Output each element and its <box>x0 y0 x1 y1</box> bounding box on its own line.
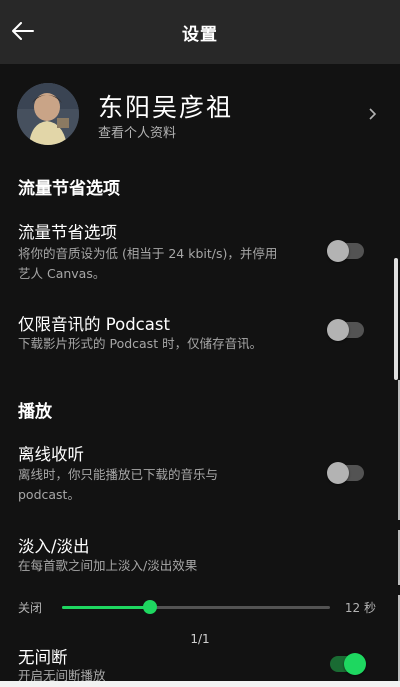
crossfade-slider-fill <box>62 606 151 609</box>
crossfade-slider[interactable] <box>62 600 330 614</box>
gapless-description: 开启无间断播放 <box>18 668 106 681</box>
back-arrow-icon[interactable] <box>10 18 36 44</box>
podcast-audio-only-description: 下载影片形式的 Podcast 时，仅储存音讯。 <box>18 336 263 351</box>
profile-name: 东阳吴彦祖 <box>98 93 234 122</box>
offline-toggle[interactable] <box>327 462 364 484</box>
top-bar: 设置 <box>0 0 400 64</box>
offline-title: 离线收听 <box>18 445 84 464</box>
offline-description: 离线时，你只能播放已下载的音乐与 podcast。 <box>18 467 219 502</box>
crossfade-min-label: 关闭 <box>18 601 43 615</box>
avatar <box>17 83 79 145</box>
bottom-edge <box>0 681 400 687</box>
crossfade-description: 在每首歌之间加上淡入/淡出效果 <box>18 558 198 573</box>
section-title-playback: 播放 <box>18 402 52 422</box>
page-title: 设置 <box>182 24 218 45</box>
crossfade-title: 淡入/淡出 <box>18 537 90 556</box>
podcast-audio-only-title: 仅限音讯的 Podcast <box>18 315 170 334</box>
crossfade-slider-handle[interactable] <box>143 600 158 614</box>
profile-row[interactable]: 东阳吴彦祖 查看个人资料 <box>0 70 400 160</box>
view-profile-link[interactable]: 查看个人资料 <box>98 122 176 141</box>
gapless-title: 无间断 <box>18 648 68 667</box>
data-saver-description: 将你的音质设为低 (相当于 24 kbit/s)，并停用 艺人 Canvas。 <box>18 246 278 281</box>
data-saver-toggle[interactable] <box>327 240 364 262</box>
section-title-data-saver: 流量节省选项 <box>18 179 120 199</box>
data-saver-title: 流量节省选项 <box>18 223 117 242</box>
chevron-right-icon <box>368 106 378 120</box>
podcast-audio-only-toggle[interactable] <box>327 319 364 341</box>
crossfade-max-label: 12 秒 <box>344 601 376 615</box>
scrollbar[interactable] <box>394 258 398 380</box>
gapless-toggle[interactable] <box>330 653 366 675</box>
